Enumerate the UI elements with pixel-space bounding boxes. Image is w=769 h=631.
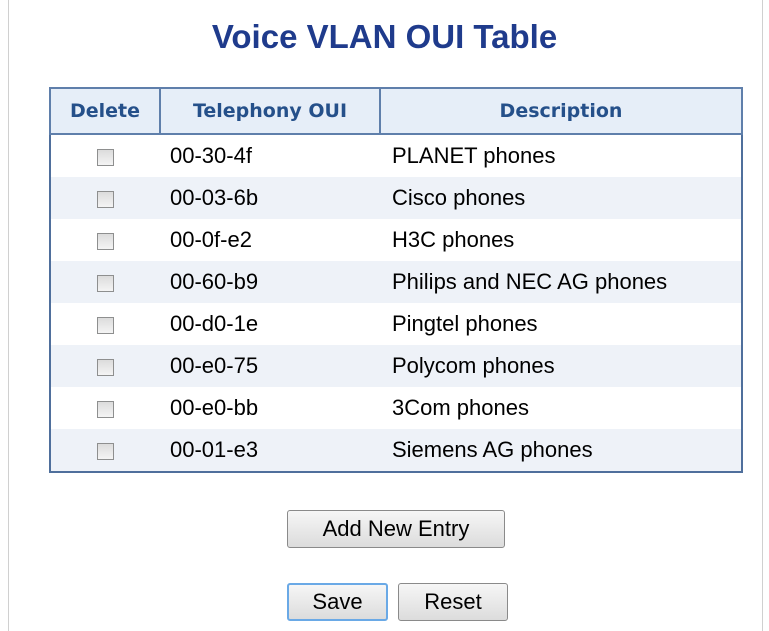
oui-cell: 00-d0-1e [160,303,380,345]
table-row: 00-30-4f PLANET phones [50,134,742,177]
description-cell: PLANET phones [380,134,742,177]
delete-cell [50,219,160,261]
table-row: 00-d0-1e Pingtel phones [50,303,742,345]
table-row: 00-03-6b Cisco phones [50,177,742,219]
description-cell: H3C phones [380,219,742,261]
table-row: 00-e0-bb 3Com phones [50,387,742,429]
oui-cell: 00-0f-e2 [160,219,380,261]
description-cell: Siemens AG phones [380,429,742,472]
oui-cell: 00-e0-bb [160,387,380,429]
delete-cell [50,345,160,387]
delete-cell [50,303,160,345]
description-cell: Pingtel phones [380,303,742,345]
delete-cell [50,429,160,472]
description-cell: Philips and NEC AG phones [380,261,742,303]
delete-checkbox[interactable] [97,190,114,208]
delete-checkbox[interactable] [97,316,114,334]
oui-cell: 00-e0-75 [160,345,380,387]
delete-cell [50,261,160,303]
description-cell: Polycom phones [380,345,742,387]
table-row: 00-60-b9 Philips and NEC AG phones [50,261,742,303]
description-cell: 3Com phones [380,387,742,429]
description-cell: Cisco phones [380,177,742,219]
delete-column-header: Delete [49,87,161,135]
table-row: 00-e0-75 Polycom phones [50,345,742,387]
delete-cell [50,177,160,219]
table-header-row: Delete Telephony OUI Description [49,87,743,135]
delete-checkbox[interactable] [97,442,114,460]
delete-cell [50,387,160,429]
add-new-entry-button[interactable]: Add New Entry [287,510,505,548]
delete-checkbox[interactable] [97,358,114,376]
delete-checkbox[interactable] [97,274,114,292]
table-row: 00-01-e3 Siemens AG phones [50,429,742,472]
table-row: 00-0f-e2 H3C phones [50,219,742,261]
oui-cell: 00-03-6b [160,177,380,219]
telephony-oui-column-header: Telephony OUI [159,87,381,135]
save-button[interactable]: Save [287,583,388,621]
oui-cell: 00-01-e3 [160,429,380,472]
delete-checkbox[interactable] [97,400,114,418]
oui-cell: 00-30-4f [160,134,380,177]
voice-vlan-oui-table: Delete Telephony OUI Description 00-30-4… [49,87,743,473]
description-column-header: Description [379,87,743,135]
reset-button[interactable]: Reset [398,583,508,621]
oui-cell: 00-60-b9 [160,261,380,303]
delete-checkbox[interactable] [97,232,114,250]
delete-checkbox[interactable] [97,148,114,166]
page-title: Voice VLAN OUI Table [211,18,558,55]
delete-cell [50,134,160,177]
